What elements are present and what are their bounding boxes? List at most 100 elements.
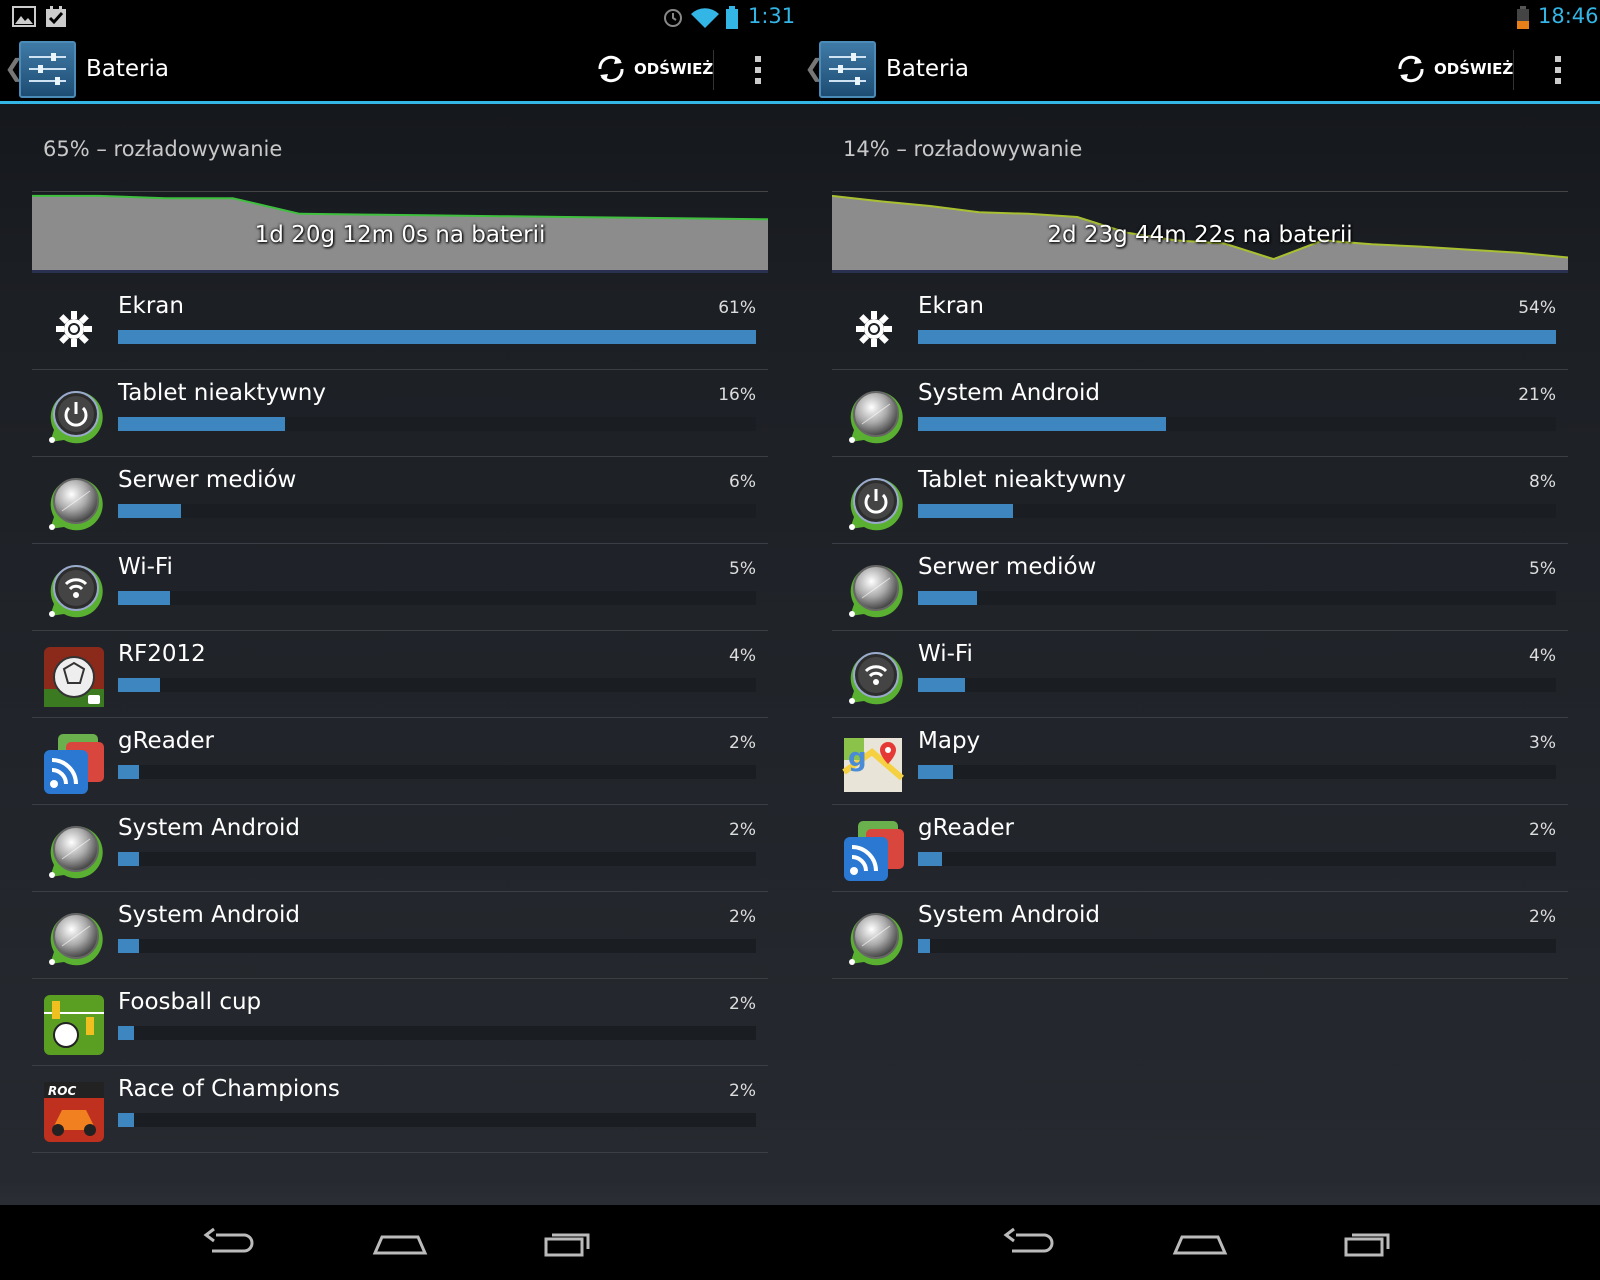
usage-percent: 2% [729,1081,756,1101]
action-bar: ❮ Bateria ODŚWIEŻ [800,34,1600,104]
usage-bar-fill [918,417,1167,431]
usage-name: System Android [918,380,1101,406]
usage-name: System Android [118,815,301,841]
usage-row[interactable]: gReader 2% [32,718,768,805]
usage-row[interactable]: System Android 2% [32,892,768,979]
battery-low-icon [1517,6,1529,29]
graph-baseline [32,270,768,273]
usage-name: gReader [118,728,214,754]
refresh-icon [1398,55,1424,83]
usage-bar-fill [118,1113,134,1127]
usage-name: Wi-Fi [918,641,973,667]
usage-row[interactable]: gReader 2% [832,805,1568,892]
battery-history-graph[interactable]: 1d 20g 12m 0s na baterii [32,191,768,277]
recents-button-icon[interactable] [1340,1223,1400,1263]
usage-row[interactable]: System Android 2% [32,805,768,892]
refresh-button[interactable]: ODŚWIEŻ [594,52,714,86]
maps-app-icon: g [842,732,906,796]
usage-bar-fill [118,678,160,692]
android-system-icon [42,471,106,535]
usage-bar-track [918,852,1556,866]
overflow-menu-icon[interactable] [754,54,762,86]
usage-bar-track [918,504,1556,518]
overflow-menu-icon[interactable] [1554,54,1562,86]
usage-name: Wi-Fi [118,554,173,580]
usage-bar-fill [118,852,139,866]
usage-bar-track [118,678,756,692]
usage-bar-track [118,591,756,605]
usage-percent: 61% [718,298,756,318]
usage-bar-track [118,330,756,344]
usage-bar-track [118,765,756,779]
android-system-icon [842,558,906,622]
usage-row[interactable]: Wi-Fi 5% [32,544,768,631]
time-on-battery: 1d 20g 12m 0s na baterii [254,222,546,248]
usage-bar-track [918,765,1556,779]
home-button-icon[interactable] [370,1223,430,1263]
usage-percent: 6% [729,472,756,492]
home-button-icon[interactable] [1170,1223,1230,1263]
usage-percent: 2% [1529,820,1556,840]
usage-list: Ekran 54% System Android 21% Tablet nieaktyw… [832,283,1568,979]
usage-bar-track [118,417,756,431]
refresh-label: ODŚWIEŻ [634,60,714,78]
svg-text:g: g [848,743,867,773]
usage-row[interactable]: Tablet nieaktywny 16% [32,370,768,457]
usage-row[interactable]: Wi-Fi 4% [832,631,1568,718]
usage-row[interactable]: Foosball cup 2% [32,979,768,1066]
usage-row[interactable]: Serwer mediów 6% [32,457,768,544]
usage-percent: 5% [1529,559,1556,579]
usage-name: Tablet nieaktywny [118,380,326,406]
usage-percent: 3% [1529,733,1556,753]
usage-bar-fill [118,504,181,518]
rf2012-app-icon [42,645,106,709]
usage-bar-track [118,939,756,953]
settings-app-icon[interactable] [819,41,876,98]
usage-row[interactable]: Serwer mediów 5% [832,544,1568,631]
greader-app-icon [42,732,106,796]
usage-percent: 54% [1518,298,1556,318]
back-button-icon[interactable] [200,1223,260,1263]
settings-app-icon[interactable] [19,41,76,98]
usage-bar-track [918,591,1556,605]
usage-bar-track [118,852,756,866]
action-separator [1513,50,1514,90]
usage-row[interactable]: Ekran 54% [832,283,1568,370]
action-separator [713,50,714,90]
wifi-signal-icon [691,8,719,28]
usage-percent: 2% [729,820,756,840]
usage-bar-fill [918,765,954,779]
battery-history-graph[interactable]: 2d 23g 44m 22s na baterii [832,191,1568,277]
battery-screen-right: 18:46 ❮ Bateria ODŚWIEŻ 14% – rozładowyw… [800,0,1600,1280]
usage-percent: 8% [1529,472,1556,492]
usage-percent: 2% [729,994,756,1014]
usage-row[interactable]: Ekran 61% [32,283,768,370]
usage-row[interactable]: g Mapy 3% [832,718,1568,805]
android-system-icon [42,819,106,883]
usage-name: RF2012 [118,641,206,667]
usage-bar-fill [118,591,171,605]
usage-bar-fill [918,939,930,953]
usage-row[interactable]: Tablet nieaktywny 8% [832,457,1568,544]
refresh-button[interactable]: ODŚWIEŻ [1394,52,1513,86]
usage-row[interactable]: System Android 21% [832,370,1568,457]
usage-bar-fill [118,330,756,344]
back-button-icon[interactable] [1000,1223,1060,1263]
usage-name: Tablet nieaktywny [918,467,1126,493]
brightness-icon [842,297,906,361]
clock: 18:46 [1538,4,1599,28]
usage-bar-fill [918,504,1013,518]
usage-bar-track [118,1113,756,1127]
usage-row[interactable]: ROC Race of Champions 2% [32,1066,768,1153]
usage-bar-fill [118,765,139,779]
usage-row[interactable]: RF2012 4% [32,631,768,718]
recents-button-icon[interactable] [540,1223,600,1263]
page-title: Bateria [886,56,969,82]
battery-summary: 65% – rozładowywanie [43,137,283,161]
usage-name: System Android [918,902,1101,928]
graph-baseline [832,270,1568,273]
usage-row[interactable]: System Android 2% [832,892,1568,979]
task-notification-icon [46,6,66,27]
navigation-bar [0,1205,800,1280]
usage-percent: 2% [729,733,756,753]
